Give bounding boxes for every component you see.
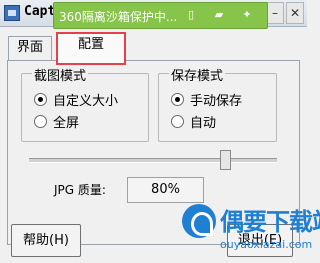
window-title: Capt xyxy=(24,4,56,19)
folder-icon[interactable]: ▰ xyxy=(212,8,226,22)
radio-selected-icon[interactable] xyxy=(171,93,184,106)
radio-manual-save[interactable]: 手动保存 xyxy=(171,90,242,109)
radio-fullscreen-label: 全屏 xyxy=(53,116,80,131)
tab-config[interactable]: 配置 xyxy=(56,32,126,65)
quality-slider-thumb[interactable] xyxy=(220,150,231,170)
capture-mode-group: 截图模式 自定义大小 全屏 xyxy=(21,65,149,142)
radio-auto-save-label: 自动 xyxy=(190,116,217,131)
radio-custom-size-label: 自定义大小 xyxy=(53,94,119,109)
minimize-button[interactable]: – xyxy=(266,2,284,24)
radio-manual-save-label: 手动保存 xyxy=(190,94,243,109)
help-button[interactable]: 帮助(H) xyxy=(11,224,81,257)
radio-custom-size[interactable]: 自定义大小 xyxy=(34,90,118,109)
radio-selected-icon[interactable] xyxy=(34,93,47,106)
save-mode-label: 保存模式 xyxy=(169,65,226,84)
radio-auto-save[interactable]: 自动 xyxy=(171,112,216,131)
quality-slider-track[interactable] xyxy=(29,158,277,163)
sandbox-protection-bar[interactable]: 360隔离沙箱保护中... ▯ ▰ ✦ xyxy=(53,2,268,29)
capture-mode-label: 截图模式 xyxy=(32,65,89,84)
radio-unselected-icon[interactable] xyxy=(171,115,184,128)
phone-icon[interactable]: ▯ xyxy=(184,8,198,22)
jpg-quality-label: JPG 质量: xyxy=(54,183,106,197)
tab-interface[interactable]: 界面 xyxy=(8,36,52,61)
watermark-logo-icon xyxy=(182,204,216,238)
app-icon xyxy=(4,5,20,21)
close-button[interactable]: ✕ xyxy=(286,2,304,24)
radio-unselected-icon[interactable] xyxy=(34,115,47,128)
pin-icon[interactable]: ✦ xyxy=(240,8,254,22)
site-watermark: 偶要下载站 ouyaoxiazai.com xyxy=(182,200,320,263)
save-mode-group: 保存模式 手动保存 自动 xyxy=(158,65,277,142)
sandbox-status-text: 360隔离沙箱保护中... xyxy=(59,10,178,24)
watermark-title: 偶要下载站 xyxy=(220,208,320,236)
radio-fullscreen[interactable]: 全屏 xyxy=(34,112,79,131)
watermark-url: ouyaoxiazai.com xyxy=(220,238,313,251)
